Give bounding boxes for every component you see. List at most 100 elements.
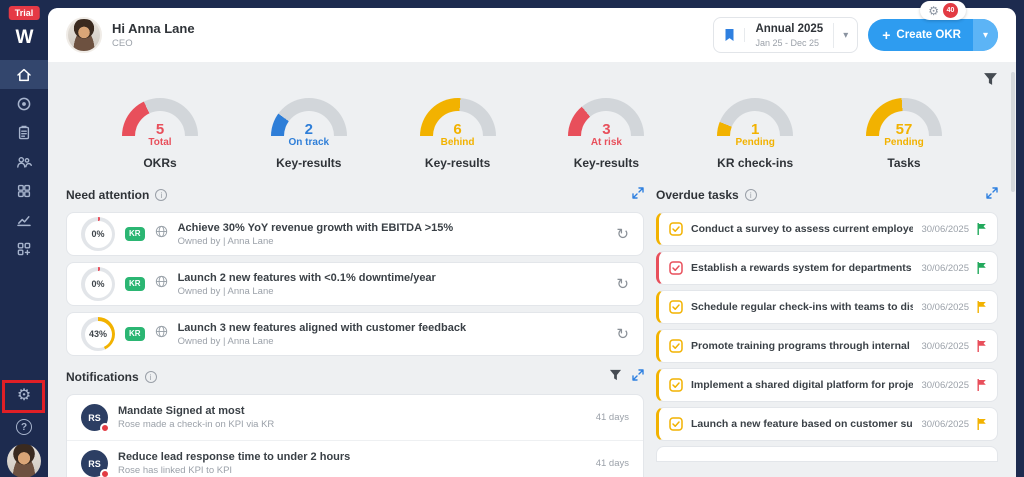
overdue-tasks-header: Overdue tasks i: [656, 184, 998, 206]
flag-icon[interactable]: [977, 301, 987, 313]
info-icon[interactable]: i: [145, 371, 157, 383]
flag-icon[interactable]: [977, 418, 987, 430]
check-in-icon[interactable]: ↻: [616, 227, 629, 242]
gauge-kr-checkins: 1 Pending KR check-ins: [695, 98, 815, 170]
kr-text: Launch 3 new features aligned with custo…: [178, 322, 467, 347]
filter-icon[interactable]: [983, 72, 998, 91]
avatar-badge: [100, 423, 110, 433]
notifications-panel: RS Mandate Signed at most Rose made a ch…: [66, 394, 644, 477]
gauge-status: Pending: [695, 137, 815, 148]
chevron-down-icon[interactable]: ▾: [834, 30, 857, 41]
gauge-value: 6: [420, 121, 496, 138]
expand-icon[interactable]: [986, 186, 998, 204]
gauge-status: On track: [249, 137, 369, 148]
create-okr-label: Create OKR: [896, 29, 961, 41]
task-due-date: 30/06/2025: [921, 341, 969, 352]
sidebar-item-teams[interactable]: [0, 176, 48, 205]
task-checkbox-icon[interactable]: [669, 417, 683, 431]
home-icon: [15, 66, 33, 84]
scrollbar[interactable]: [1011, 72, 1015, 192]
flag-icon[interactable]: [977, 379, 987, 391]
notification-item[interactable]: RS Reduce lead response time to under 2 …: [67, 441, 643, 477]
period-range: Jan 25 - Dec 25: [755, 38, 823, 48]
task-row[interactable]: Promote training programs through intern…: [656, 329, 998, 363]
need-attention-header: Need attention i: [66, 184, 644, 206]
task-checkbox-icon[interactable]: [669, 222, 683, 236]
filter-icon[interactable]: [609, 368, 622, 386]
notifications-header: Notifications i: [66, 366, 644, 388]
dashboard-content: 5 Total OKRs 2 On track Key-results 6 Be…: [48, 62, 1016, 477]
flag-icon[interactable]: [977, 223, 987, 235]
info-icon[interactable]: i: [155, 189, 167, 201]
notification-item[interactable]: RS Mandate Signed at most Rose made a ch…: [67, 395, 643, 441]
create-okr-main[interactable]: + Create OKR: [868, 27, 973, 43]
expand-icon[interactable]: [632, 368, 644, 386]
gauge-kr-behind: 6 Behind Key-results: [398, 98, 518, 170]
sidebar-item-reports[interactable]: [0, 205, 48, 234]
avatar-initials: RS: [88, 413, 101, 423]
user-role: CEO: [112, 38, 195, 49]
sidebar-item-apps[interactable]: [0, 234, 48, 263]
main-panel: Hi Anna Lane CEO Annual 2025 Jan 25 - De…: [48, 8, 1016, 477]
period-selector[interactable]: Annual 2025 Jan 25 - Dec 25 ▾: [713, 17, 858, 53]
kr-badge: KR: [125, 327, 145, 341]
sidebar-item-help[interactable]: ?: [16, 419, 32, 435]
task-row[interactable]: Conduct a survey to assess current emplo…: [656, 212, 998, 246]
user-avatar[interactable]: [66, 17, 102, 53]
check-in-icon[interactable]: ↻: [616, 327, 629, 342]
create-okr-button[interactable]: + Create OKR ▾: [868, 19, 998, 51]
sidebar-item-home[interactable]: [0, 60, 48, 89]
left-column: Need attention i 0% KR Achieve 30% YoY r…: [66, 184, 644, 477]
task-row[interactable]: Implement a shared digital platform for …: [656, 368, 998, 402]
task-checkbox-icon[interactable]: [669, 339, 683, 353]
task-checkbox-icon[interactable]: [669, 378, 683, 392]
progress-percent: 43%: [85, 321, 112, 348]
task-row[interactable]: Establish a rewards system for departmen…: [656, 251, 998, 285]
alert-count-badge: 40: [943, 3, 958, 18]
notification-title: Reduce lead response time to under 2 hou…: [118, 451, 350, 463]
task-due-date: 30/06/2025: [921, 302, 969, 313]
gauge-arc: 1: [717, 98, 793, 136]
sidebar-item-people[interactable]: [0, 147, 48, 176]
task-row-partial[interactable]: [656, 446, 998, 462]
need-attention-card[interactable]: 0% KR Launch 2 new features with <0.1% d…: [66, 262, 644, 306]
gauge-status: At risk: [546, 137, 666, 148]
avatar: RS: [81, 450, 108, 477]
section-title: Overdue tasks: [656, 188, 739, 202]
task-row[interactable]: Schedule regular check-ins with teams to…: [656, 290, 998, 324]
create-okr-dropdown[interactable]: ▾: [973, 19, 998, 51]
flag-icon[interactable]: [977, 340, 987, 352]
gauge-label: KR check-ins: [695, 156, 815, 170]
settings-gear-pill[interactable]: ⚙ 40: [920, 1, 966, 20]
kr-title: Launch 2 new features with <0.1% downtim…: [178, 272, 436, 284]
kr-owner: Owned by | Anna Lane: [178, 286, 436, 297]
check-in-icon[interactable]: ↻: [616, 277, 629, 292]
task-due-date: 30/06/2025: [921, 263, 969, 274]
sidebar-avatar[interactable]: [7, 444, 41, 477]
greeting-text: Hi Anna Lane: [112, 21, 195, 36]
progress-percent: 0%: [85, 271, 112, 298]
target-icon: [15, 95, 33, 113]
task-row[interactable]: Launch a new feature based on customer s…: [656, 407, 998, 441]
grid-icon: [15, 182, 33, 200]
sidebar-item-company[interactable]: [0, 89, 48, 118]
expand-icon[interactable]: [632, 186, 644, 204]
gear-icon[interactable]: ⚙: [928, 4, 939, 18]
task-due-date: 30/06/2025: [921, 224, 969, 235]
sidebar-item-okrs[interactable]: [0, 118, 48, 147]
apps-plus-icon: [15, 240, 33, 258]
page-header: Hi Anna Lane CEO Annual 2025 Jan 25 - De…: [48, 8, 1016, 62]
task-title: Launch a new feature based on customer s…: [691, 418, 913, 430]
task-title: Promote training programs through intern…: [691, 340, 913, 352]
need-attention-card[interactable]: 0% KR Achieve 30% YoY revenue growth wit…: [66, 212, 644, 256]
flag-icon[interactable]: [977, 262, 987, 274]
task-checkbox-icon[interactable]: [669, 300, 683, 314]
notification-subtitle: Rose has linked KPI to KPI: [118, 465, 350, 476]
need-attention-card[interactable]: 43% KR Launch 3 new features aligned wit…: [66, 312, 644, 356]
task-checkbox-icon[interactable]: [669, 261, 683, 275]
chevron-down-icon: ▾: [983, 30, 988, 41]
task-due-date: 30/06/2025: [921, 419, 969, 430]
info-icon[interactable]: i: [745, 189, 757, 201]
gauge-label: Key-results: [546, 156, 666, 170]
gauge-arc: 57: [866, 98, 942, 136]
